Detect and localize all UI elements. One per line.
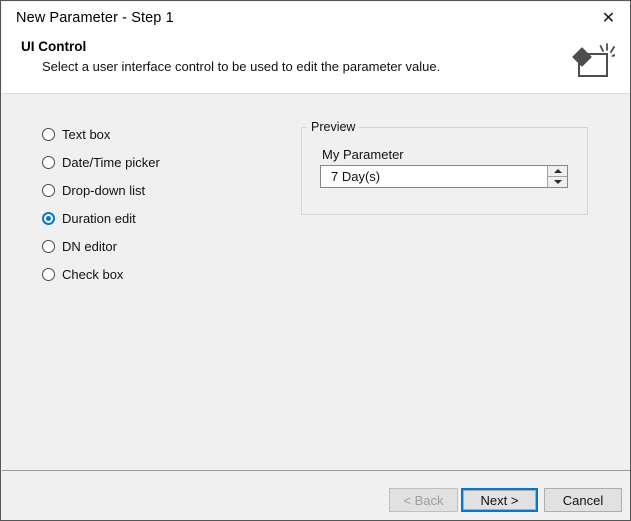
back-button[interactable]: < Back [389, 488, 458, 512]
spinner-down-button[interactable] [548, 177, 567, 187]
preview-groupbox-legend: Preview [307, 120, 360, 134]
radio-option-dn-editor[interactable]: DN editor [42, 232, 272, 260]
parameter-name-label: My Parameter [322, 147, 404, 162]
parameter-control-icon [567, 41, 616, 85]
radio-option-drop-down-list[interactable]: Drop-down list [42, 176, 272, 204]
radio-option-check-box[interactable]: Check box [42, 260, 272, 288]
radio-option-date-time-picker[interactable]: Date/Time picker [42, 148, 272, 176]
radio-label: Drop-down list [62, 182, 146, 198]
radio-icon-selected [42, 211, 55, 225]
dialog-footer: < Back Next > Cancel [2, 471, 630, 520]
duration-value[interactable]: 7 Day(s) [321, 166, 547, 187]
page-title: UI Control [21, 39, 87, 54]
radio-label: Duration edit [62, 210, 136, 226]
chevron-down-icon [553, 180, 562, 184]
radio-icon [42, 239, 55, 253]
ui-control-radio-group: Text box Date/Time picker Drop-down list… [42, 120, 272, 288]
radio-label: Check box [62, 266, 124, 282]
radio-label: Text box [62, 126, 111, 142]
chevron-up-icon [553, 169, 562, 173]
dialog-body: Text box Date/Time picker Drop-down list… [2, 94, 630, 471]
window-title: New Parameter - Step 1 [16, 9, 174, 26]
radio-icon [42, 183, 55, 197]
new-parameter-dialog: New Parameter - Step 1 ✕ UI Control Sele… [0, 0, 631, 521]
radio-icon [42, 155, 55, 169]
duration-spinner[interactable]: 7 Day(s) [320, 165, 568, 188]
radio-option-text-box[interactable]: Text box [42, 120, 272, 148]
dialog-header: UI Control Select a user interface contr… [2, 33, 630, 94]
close-icon: ✕ [601, 7, 616, 27]
spinner-up-button[interactable] [548, 166, 567, 177]
next-button[interactable]: Next > [461, 488, 538, 512]
title-bar: New Parameter - Step 1 ✕ [2, 2, 630, 33]
radio-icon [42, 267, 55, 281]
spinner-buttons [547, 166, 567, 187]
close-button[interactable]: ✕ [586, 2, 630, 33]
cancel-button[interactable]: Cancel [544, 488, 622, 512]
radio-icon [42, 127, 55, 141]
radio-label: Date/Time picker [62, 154, 160, 170]
radio-label: DN editor [62, 238, 117, 254]
radio-option-duration-edit[interactable]: Duration edit [42, 204, 272, 232]
page-subtitle: Select a user interface control to be us… [42, 59, 441, 74]
